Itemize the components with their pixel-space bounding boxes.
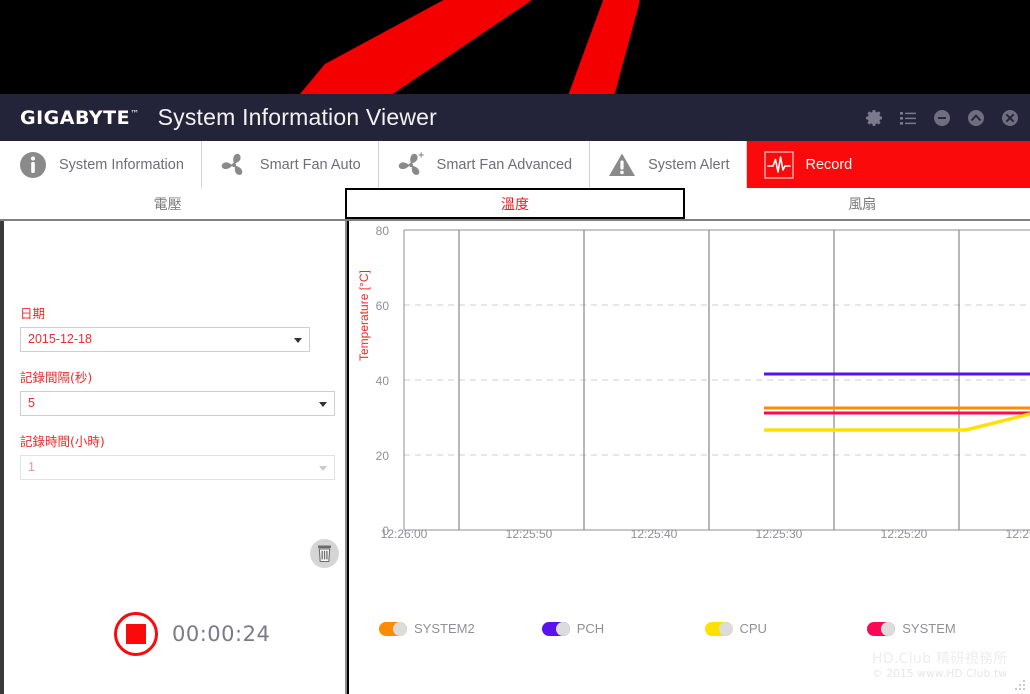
tab-system-information[interactable]: System Information [0, 141, 202, 188]
x-tick-2: 12:25:40 [630, 527, 678, 541]
toggle-knob [555, 621, 570, 636]
gigabyte-logo: GIGABYTE™ [20, 107, 140, 129]
x-tick-1: 12:25:50 [505, 527, 553, 541]
app-window: GIGABYTE™ System Information Viewer Syst… [0, 0, 1030, 694]
legend-label: SYSTEM [902, 621, 956, 636]
main-tab-bar: System Information Smart Fan Auto Smart … [0, 141, 1030, 188]
duration-label: 記錄時間(小時) [20, 434, 105, 449]
legend-item-system2[interactable]: SYSTEM2 [379, 621, 542, 636]
chevron-down-icon [319, 401, 327, 407]
desktop-wallpaper [0, 0, 1030, 96]
duration-select: 1 [20, 455, 335, 480]
toggle-switch-system2[interactable] [379, 621, 407, 636]
tab-label: System Alert [648, 156, 730, 173]
duration-value: 1 [28, 460, 35, 475]
chevron-down-icon [319, 465, 327, 471]
gear-icon[interactable] [864, 108, 884, 128]
toggle-knob [393, 621, 407, 636]
tab-smart-fan-auto[interactable]: Smart Fan Auto [201, 141, 379, 188]
legend-label: SYSTEM2 [414, 621, 475, 636]
date-select[interactable]: 2015-12-18 [20, 327, 310, 352]
record-control: 00:00:24 [114, 612, 270, 656]
minimize-icon[interactable] [932, 108, 952, 128]
trash-icon [318, 545, 331, 562]
pulse-icon [764, 150, 795, 179]
x-tick-5: 12:25:10 [1005, 527, 1030, 541]
wallpaper-logo-shape [298, 0, 640, 96]
date-value: 2015-12-18 [28, 332, 92, 347]
toggle-switch-pch[interactable] [541, 621, 570, 636]
x-tick-3: 12:25:30 [755, 527, 803, 541]
subtab-label: 風扇 [848, 196, 877, 213]
brand-text: GIGABYTE [20, 106, 131, 129]
app-title: System Information Viewer [157, 104, 438, 130]
tab-label: Smart Fan Auto [259, 156, 361, 173]
tab-label: System Information [59, 156, 184, 173]
toggle-knob [881, 621, 896, 636]
toggle-switch-system[interactable] [867, 621, 896, 636]
window-controls [864, 108, 1020, 128]
legend-label: CPU [739, 621, 767, 636]
interval-field: 記錄間隔(秒) 5 [20, 367, 335, 416]
interval-select[interactable]: 5 [20, 391, 335, 416]
stop-record-button[interactable] [114, 612, 158, 656]
subtab-voltage[interactable]: 電壓 [0, 188, 335, 219]
chart-panel: Temperature [°C] 0 20 40 60 80 12:26:00 … [349, 221, 1030, 694]
subtab-temperature[interactable]: 溫度 [345, 188, 685, 219]
date-field: 日期 2015-12-18 [20, 303, 310, 352]
delete-record-button[interactable] [310, 539, 339, 568]
interval-label: 記錄間隔(秒) [20, 370, 93, 385]
sub-tab-bar: 電壓 溫度 風扇 [0, 188, 1030, 221]
tab-label: Record [805, 156, 853, 173]
temperature-chart: Temperature [°C] 0 20 40 60 80 12:26:00 … [349, 221, 1030, 694]
resize-grip[interactable] [1014, 679, 1026, 691]
x-tick-4: 12:25:20 [880, 527, 928, 541]
legend-item-pch[interactable]: PCH [541, 621, 705, 636]
list-icon[interactable] [898, 108, 918, 128]
chevron-up-icon[interactable] [966, 108, 986, 128]
toggle-knob [718, 621, 733, 636]
duration-field: 記錄時間(小時) 1 [20, 431, 335, 480]
chevron-down-icon [294, 337, 302, 343]
subtab-fan[interactable]: 風扇 [695, 188, 1030, 219]
legend-item-cpu[interactable]: CPU [704, 621, 868, 636]
interval-value: 5 [28, 396, 35, 411]
subtab-label: 溫度 [500, 196, 529, 213]
tab-label: Smart Fan Advanced [436, 156, 573, 173]
toggle-switch-cpu[interactable] [704, 621, 733, 636]
x-tick-0: 12:26:00 [380, 527, 428, 541]
title-bar: GIGABYTE™ System Information Viewer [0, 94, 1030, 141]
warning-icon [609, 153, 636, 176]
info-icon [20, 151, 46, 178]
close-icon[interactable] [1000, 108, 1020, 128]
date-label: 日期 [20, 306, 46, 321]
subtab-label: 電壓 [153, 196, 182, 213]
legend-item-system[interactable]: SYSTEM [867, 621, 1030, 636]
brand-trademark: ™ [130, 109, 140, 120]
tab-system-alert[interactable]: System Alert [590, 141, 748, 188]
fan-icon [221, 153, 243, 175]
tab-record[interactable]: Record [747, 141, 1030, 188]
fan-plus-icon [398, 151, 424, 175]
chart-legend: SYSTEM2 PCH CPU SYSTEM [349, 621, 1030, 636]
record-elapsed-time: 00:00:24 [172, 622, 271, 646]
stop-icon [126, 624, 146, 644]
legend-label: PCH [576, 621, 605, 636]
tab-smart-fan-advanced[interactable]: Smart Fan Advanced [378, 141, 591, 188]
